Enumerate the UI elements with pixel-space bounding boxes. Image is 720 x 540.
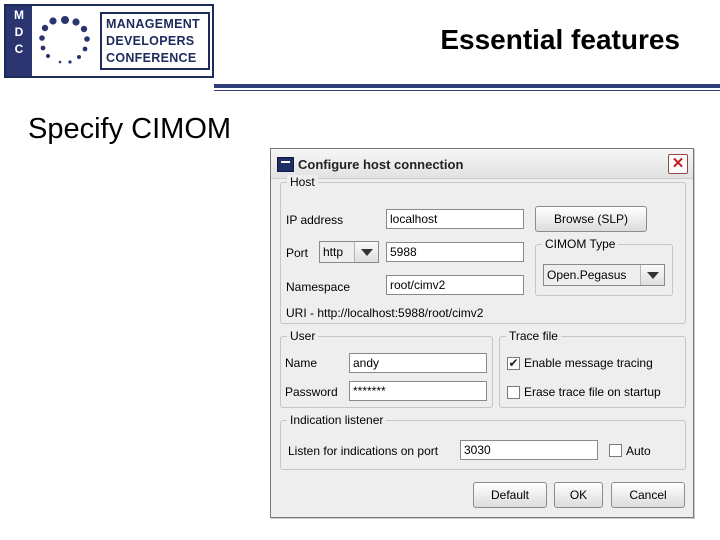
browse-slp-button[interactable]: Browse (SLP) — [535, 206, 647, 232]
title-rule — [214, 84, 720, 88]
mdc-logo: M D C MANAGEMENT DEVELOPERS CONFERENCE — [4, 4, 214, 78]
logo-dot-circle-icon — [39, 16, 90, 64]
listen-port-label: Listen for indications on port — [288, 444, 439, 458]
slide-title: Essential features — [440, 24, 680, 55]
logo-letter-c: C — [14, 42, 24, 56]
host-legend: Host — [287, 175, 318, 189]
user-legend: User — [287, 329, 319, 343]
cancel-button[interactable]: Cancel — [611, 482, 685, 508]
erase-trace-label[interactable]: Erase trace file on startup — [524, 385, 661, 399]
namespace-label: Namespace — [286, 280, 351, 294]
default-button[interactable]: Default — [473, 482, 547, 508]
logo-letter-d: D — [14, 25, 24, 39]
port-label: Port — [286, 246, 309, 260]
password-label: Password — [285, 385, 338, 399]
port-protocol-value: http — [323, 245, 344, 259]
logo-letter-strip: M D C — [6, 6, 32, 76]
ip-address-input[interactable]: localhost — [386, 209, 524, 229]
dialog-title: Configure host connection — [298, 157, 464, 172]
app-window-icon — [277, 157, 294, 172]
password-input[interactable]: ******* — [349, 381, 487, 401]
ip-address-label: IP address — [286, 213, 344, 227]
cimom-type-legend: CIMOM Type — [542, 237, 619, 251]
logo-letter-m: M — [14, 8, 24, 22]
chevron-down-icon[interactable] — [354, 242, 378, 262]
auto-label[interactable]: Auto — [626, 444, 651, 458]
port-input[interactable]: 5988 — [386, 242, 524, 262]
trace-file-legend: Trace file — [506, 329, 561, 343]
logo-line-conference: CONFERENCE — [106, 51, 197, 65]
enable-tracing-label[interactable]: Enable message tracing — [524, 356, 653, 370]
indication-listener-legend: Indication listener — [287, 413, 387, 427]
name-input[interactable]: andy — [349, 353, 487, 373]
chevron-down-icon[interactable] — [640, 265, 664, 285]
auto-checkbox[interactable] — [609, 444, 622, 457]
close-button[interactable]: ✕ — [668, 154, 688, 174]
erase-trace-checkbox[interactable] — [507, 386, 520, 399]
name-label: Name — [285, 356, 318, 370]
cimom-type-select[interactable]: Open.Pegasus — [543, 264, 665, 286]
title-rule-thin — [214, 90, 720, 91]
configure-host-dialog: Configure host connection ✕ Host IP addr… — [270, 148, 694, 518]
logo-wordmark: MANAGEMENT DEVELOPERS CONFERENCE — [100, 12, 210, 70]
cimom-type-value: Open.Pegasus — [547, 268, 627, 282]
logo-line-management: MANAGEMENT — [106, 17, 200, 31]
listen-port-input[interactable]: 3030 — [460, 440, 598, 460]
slide-heading: Specify CIMOM — [28, 113, 232, 145]
dialog-titlebar[interactable]: Configure host connection ✕ — [271, 149, 693, 179]
port-protocol-select[interactable]: http — [319, 241, 379, 263]
namespace-input[interactable]: root/cimv2 — [386, 275, 524, 295]
ok-button[interactable]: OK — [554, 482, 603, 508]
logo-line-developers: DEVELOPERS — [106, 34, 195, 48]
enable-tracing-checkbox[interactable]: ✔ — [507, 357, 520, 370]
uri-text: URI - http://localhost:5988/root/cimv2 — [286, 306, 484, 320]
